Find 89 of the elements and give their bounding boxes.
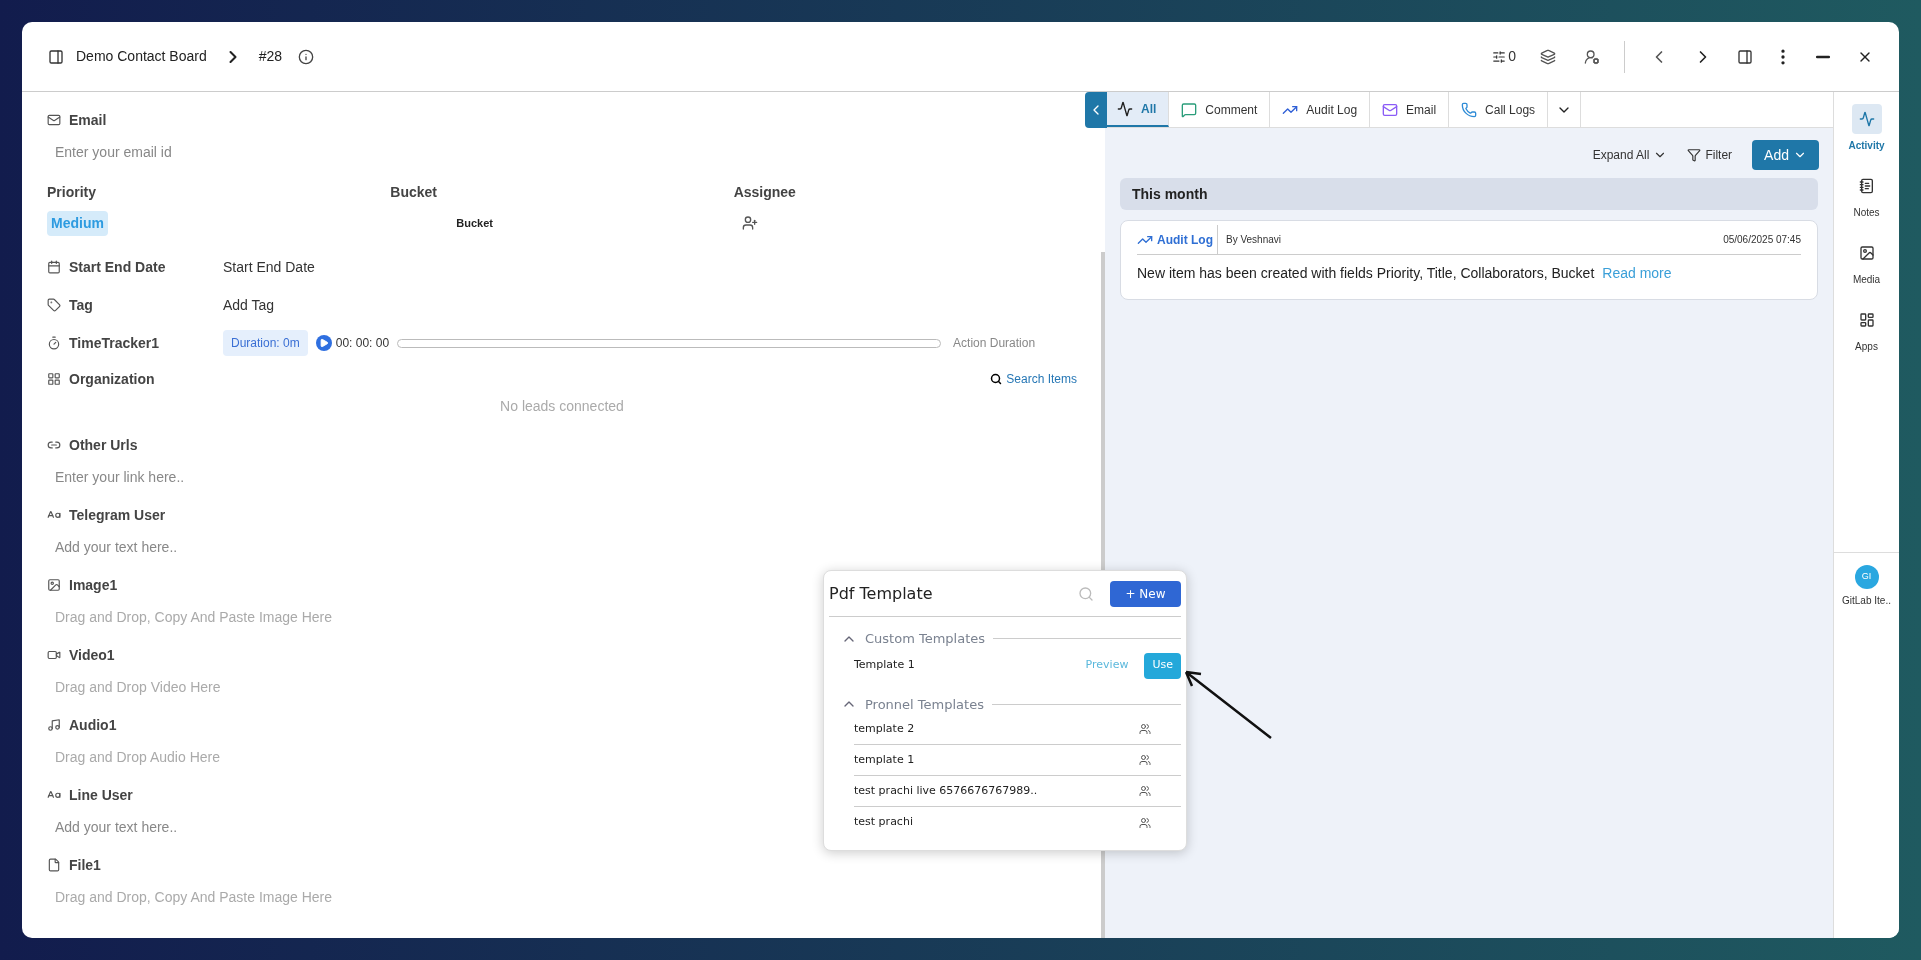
group-header[interactable]: This month — [1120, 178, 1818, 210]
mail-icon — [1382, 101, 1399, 118]
field-label: Tag — [69, 295, 93, 315]
pulse-icon — [1117, 100, 1133, 117]
search-icon — [990, 373, 1003, 385]
field-label: Start End Date — [69, 257, 166, 277]
activity-tab[interactable]: Comment — [1169, 92, 1271, 127]
field-label: Video1 — [69, 645, 115, 665]
music-icon — [47, 718, 61, 732]
rail-item[interactable]: Activity — [1848, 104, 1885, 171]
timer-readout: 00: 00: 00 — [335, 335, 390, 352]
filter-icon — [1687, 148, 1702, 162]
add-assignee-icon[interactable] — [741, 215, 758, 231]
action-duration-label: Action Duration — [953, 335, 1036, 352]
column-label: Bucket — [390, 183, 438, 202]
field-value[interactable]: Start End Date — [223, 256, 315, 278]
phone-icon — [1461, 101, 1478, 118]
search-items-link[interactable]: Search Items — [990, 370, 1077, 388]
file-icon — [47, 858, 61, 872]
template-name[interactable]: template 2 — [854, 720, 1139, 738]
panel-toggle-icon[interactable] — [1737, 48, 1753, 65]
comment-icon — [1181, 101, 1198, 118]
field-label: Email — [69, 110, 107, 130]
field-label: File1 — [69, 855, 101, 875]
users-icon — [1139, 754, 1151, 766]
board-name[interactable]: Demo Contact Board — [76, 46, 207, 67]
play-icon[interactable] — [315, 335, 332, 351]
entry-type: Audit Log — [1157, 231, 1213, 249]
activity-tab[interactable]: Email — [1370, 92, 1450, 127]
field-label: TimeTracker1 — [69, 333, 160, 353]
activity-tab[interactable]: Audit Log — [1270, 92, 1371, 127]
image-icon — [1858, 245, 1875, 261]
user-settings-icon[interactable] — [1584, 48, 1600, 65]
field-label: Audio1 — [69, 715, 117, 735]
grid-icon — [47, 372, 61, 386]
entry-text: New item has been created with fields Priority, Title, Collaborators, Bucket — [1137, 263, 1595, 283]
apps-icon — [1858, 312, 1875, 328]
popup-title: Pdf Template — [829, 582, 934, 605]
expand-all-button[interactable]: Expand All — [1592, 146, 1668, 164]
rail-item[interactable]: Media — [1851, 238, 1882, 305]
bucket-value[interactable]: Bucket — [456, 215, 493, 232]
users-icon — [1139, 723, 1151, 735]
template-name[interactable]: test prachi — [854, 814, 1139, 831]
calendar-icon — [47, 260, 61, 274]
duration-tag: Duration: 0m — [223, 330, 308, 356]
text-field[interactable]: Enter your link here.. — [47, 463, 647, 491]
video-icon — [47, 648, 61, 662]
activity-tab[interactable]: All — [1105, 92, 1170, 127]
rail-app-label[interactable]: GitLab Ite.. — [1842, 593, 1891, 608]
column-label: Assignee — [733, 183, 797, 202]
layers-icon[interactable] — [1540, 48, 1556, 65]
dependency-counter[interactable]: 0 — [1492, 46, 1516, 67]
info-icon[interactable] — [298, 48, 315, 65]
field-label: Image1 — [69, 575, 118, 595]
sliders-icon — [1492, 49, 1507, 64]
field-label: Organization — [69, 369, 155, 389]
field-label: Other Urls — [69, 435, 138, 455]
text-field[interactable]: Add your text here.. — [47, 533, 647, 561]
rail-item[interactable]: Apps — [1851, 305, 1882, 372]
users-icon — [1139, 816, 1151, 829]
section-title: Pronnel Templates — [865, 695, 984, 714]
field-label: Telegram User — [69, 505, 166, 525]
entry-date: 05/06/2025 07:45 — [1723, 233, 1801, 247]
item-number: #28 — [258, 47, 283, 66]
link-icon — [47, 438, 61, 452]
template-name[interactable]: Template 1 — [854, 657, 1086, 674]
template-name[interactable]: template 1 — [854, 751, 1139, 769]
image-icon — [47, 578, 61, 592]
filter-button[interactable]: Filter — [1687, 146, 1733, 164]
board-icon — [48, 48, 64, 65]
entry-author: By Veshnavi — [1226, 233, 1283, 247]
activity-tab[interactable]: Call Logs — [1449, 92, 1549, 127]
add-button[interactable]: Add — [1752, 140, 1819, 170]
tag-icon — [47, 298, 61, 312]
field-value[interactable]: Add Tag — [223, 294, 275, 316]
text-field[interactable]: Enter your email id — [47, 138, 647, 166]
field-label: Line User — [69, 785, 133, 805]
rail-item[interactable]: Notes — [1851, 171, 1882, 238]
template-name[interactable]: test prachi live 6576676767989.. — [854, 782, 1139, 800]
column-label: Priority — [47, 183, 97, 202]
pulse-icon — [1858, 111, 1875, 127]
users-icon — [1139, 785, 1151, 797]
section-title: Custom Templates — [865, 630, 986, 648]
mail-icon — [47, 113, 61, 127]
timer-icon — [47, 336, 61, 350]
empty-message: No leads connected — [500, 397, 624, 416]
new-template-button[interactable]: + New — [1110, 580, 1181, 607]
notes-icon — [1858, 178, 1875, 194]
text-field[interactable]: Add your text here.. — [47, 813, 647, 841]
